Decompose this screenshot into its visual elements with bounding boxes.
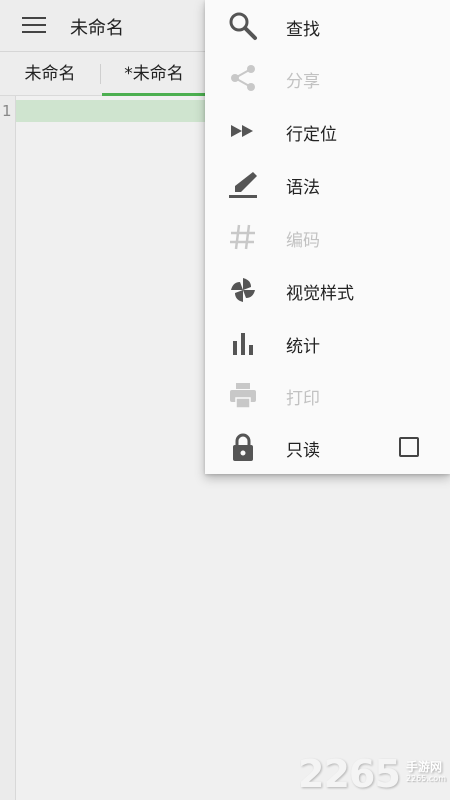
menu-item-label: 语法 — [286, 178, 320, 198]
menu-item-share: 分享 — [205, 52, 450, 104]
tab-untitled[interactable]: 未命名 — [0, 52, 100, 96]
fast-forward-icon — [231, 125, 253, 137]
watermark-number: 2265 — [298, 752, 401, 796]
menu-item-label: 分享 — [286, 72, 320, 92]
menu-item-label: 只读 — [286, 441, 320, 461]
menu-item-label: 查找 — [286, 20, 320, 40]
menu-item-label: 行定位 — [286, 125, 337, 145]
watermark-text: 手游网 — [406, 760, 443, 774]
menu-item-label: 编码 — [286, 231, 320, 251]
hash-icon — [230, 224, 255, 250]
menu-item-print: 打印 — [205, 369, 450, 421]
menu-item-find[interactable]: 查找 — [205, 0, 450, 52]
tab-divider — [100, 64, 101, 84]
menu-item-encoding: 编码 — [205, 211, 450, 263]
hamburger-menu-icon[interactable] — [14, 12, 54, 40]
current-line-highlight — [16, 100, 216, 122]
bar-chart-icon — [233, 333, 253, 355]
search-icon — [229, 12, 257, 40]
app-title: 未命名 — [70, 18, 124, 39]
watermark-domain: 2265.com — [406, 774, 446, 783]
lock-icon — [233, 433, 253, 461]
menu-item-goto-line[interactable]: 行定位 — [205, 105, 450, 157]
line-number: 1 — [2, 102, 12, 120]
menu-item-visual-style[interactable]: 视觉样式 — [205, 264, 450, 316]
menu-item-statistics[interactable]: 统计 — [205, 317, 450, 369]
highlighter-icon — [229, 172, 257, 198]
line-number-gutter — [0, 96, 16, 800]
menu-item-read-only[interactable]: 只读 — [205, 421, 450, 473]
menu-item-label: 统计 — [286, 337, 320, 357]
menu-item-label: 视觉样式 — [286, 284, 354, 304]
menu-item-syntax[interactable]: 语法 — [205, 158, 450, 210]
share-icon — [231, 65, 255, 91]
printer-icon — [230, 383, 256, 409]
pinwheel-icon — [231, 278, 255, 302]
overflow-menu: 查找 分享 行定位 语法 编码 视觉样式 统计 打印 只读 — [205, 0, 450, 474]
tab-untitled-modified[interactable]: *未命名 — [102, 52, 206, 96]
menu-item-label: 打印 — [286, 389, 320, 409]
read-only-checkbox[interactable] — [399, 437, 419, 457]
